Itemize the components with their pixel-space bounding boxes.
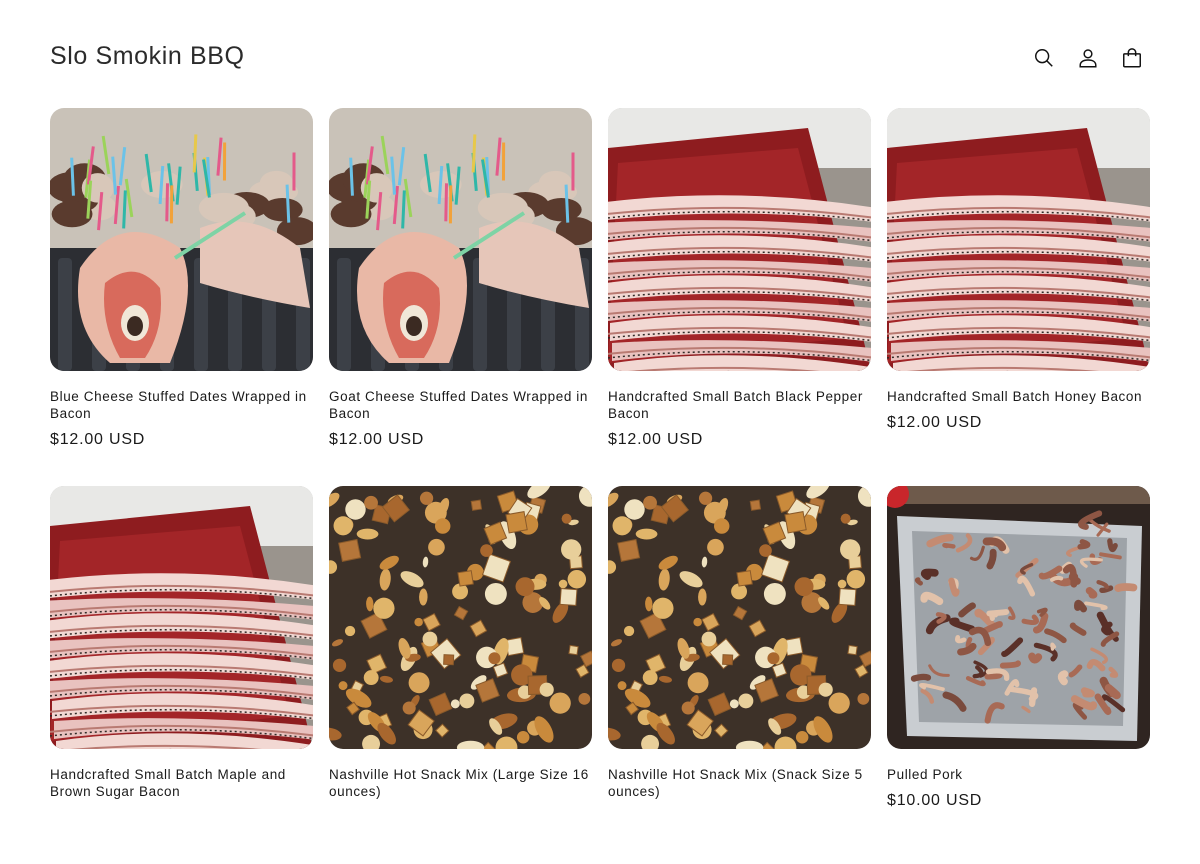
product-image xyxy=(608,108,871,371)
search-button[interactable] xyxy=(1022,36,1066,80)
product-title[interactable]: Blue Cheese Stuffed Dates Wrapped in Bac… xyxy=(50,388,313,422)
store-name-link[interactable]: Slo Smokin BBQ xyxy=(50,42,245,71)
product-card[interactable]: Nashville Hot Snack Mix (Snack Size 5 ou… xyxy=(608,486,871,864)
account-icon xyxy=(1077,47,1099,69)
product-card[interactable]: Nashville Hot Snack Mix (Large Size 16 o… xyxy=(329,486,592,864)
product-price: $12.00 USD xyxy=(608,431,871,449)
product-title[interactable]: Nashville Hot Snack Mix (Large Size 16 o… xyxy=(329,766,592,800)
cart-button[interactable] xyxy=(1110,36,1154,80)
account-button[interactable] xyxy=(1066,36,1110,80)
product-card[interactable]: Handcrafted Small Batch Black Pepper Bac… xyxy=(608,108,871,486)
product-card[interactable]: Pulled Pork $10.00 USD xyxy=(887,486,1150,864)
product-title[interactable]: Nashville Hot Snack Mix (Snack Size 5 ou… xyxy=(608,766,871,800)
product-image xyxy=(608,486,871,749)
product-price: $10.00 USD xyxy=(887,792,1150,810)
product-image xyxy=(887,486,1150,749)
product-title[interactable]: Handcrafted Small Batch Black Pepper Bac… xyxy=(608,388,871,422)
product-grid: Blue Cheese Stuffed Dates Wrapped in Bac… xyxy=(50,108,1150,864)
header-icons xyxy=(1022,36,1154,80)
search-icon xyxy=(1033,47,1055,69)
product-title[interactable]: Handcrafted Small Batch Honey Bacon xyxy=(887,388,1150,405)
product-image xyxy=(329,486,592,749)
product-title[interactable]: Handcrafted Small Batch Maple and Brown … xyxy=(50,766,313,800)
product-card[interactable]: Handcrafted Small Batch Maple and Brown … xyxy=(50,486,313,864)
product-image xyxy=(329,108,592,371)
product-card[interactable]: Handcrafted Small Batch Honey Bacon $12.… xyxy=(887,108,1150,486)
site-header: Slo Smokin BBQ xyxy=(0,0,1200,108)
product-card[interactable]: Goat Cheese Stuffed Dates Wrapped in Bac… xyxy=(329,108,592,486)
product-price: $12.00 USD xyxy=(50,431,313,449)
product-image xyxy=(50,486,313,749)
product-image xyxy=(50,108,313,371)
cart-icon xyxy=(1121,47,1143,69)
product-price: $12.00 USD xyxy=(329,431,592,449)
product-title[interactable]: Goat Cheese Stuffed Dates Wrapped in Bac… xyxy=(329,388,592,422)
product-image xyxy=(887,108,1150,371)
product-price: $12.00 USD xyxy=(887,414,1150,432)
product-card[interactable]: Blue Cheese Stuffed Dates Wrapped in Bac… xyxy=(50,108,313,486)
product-title[interactable]: Pulled Pork xyxy=(887,766,1150,783)
